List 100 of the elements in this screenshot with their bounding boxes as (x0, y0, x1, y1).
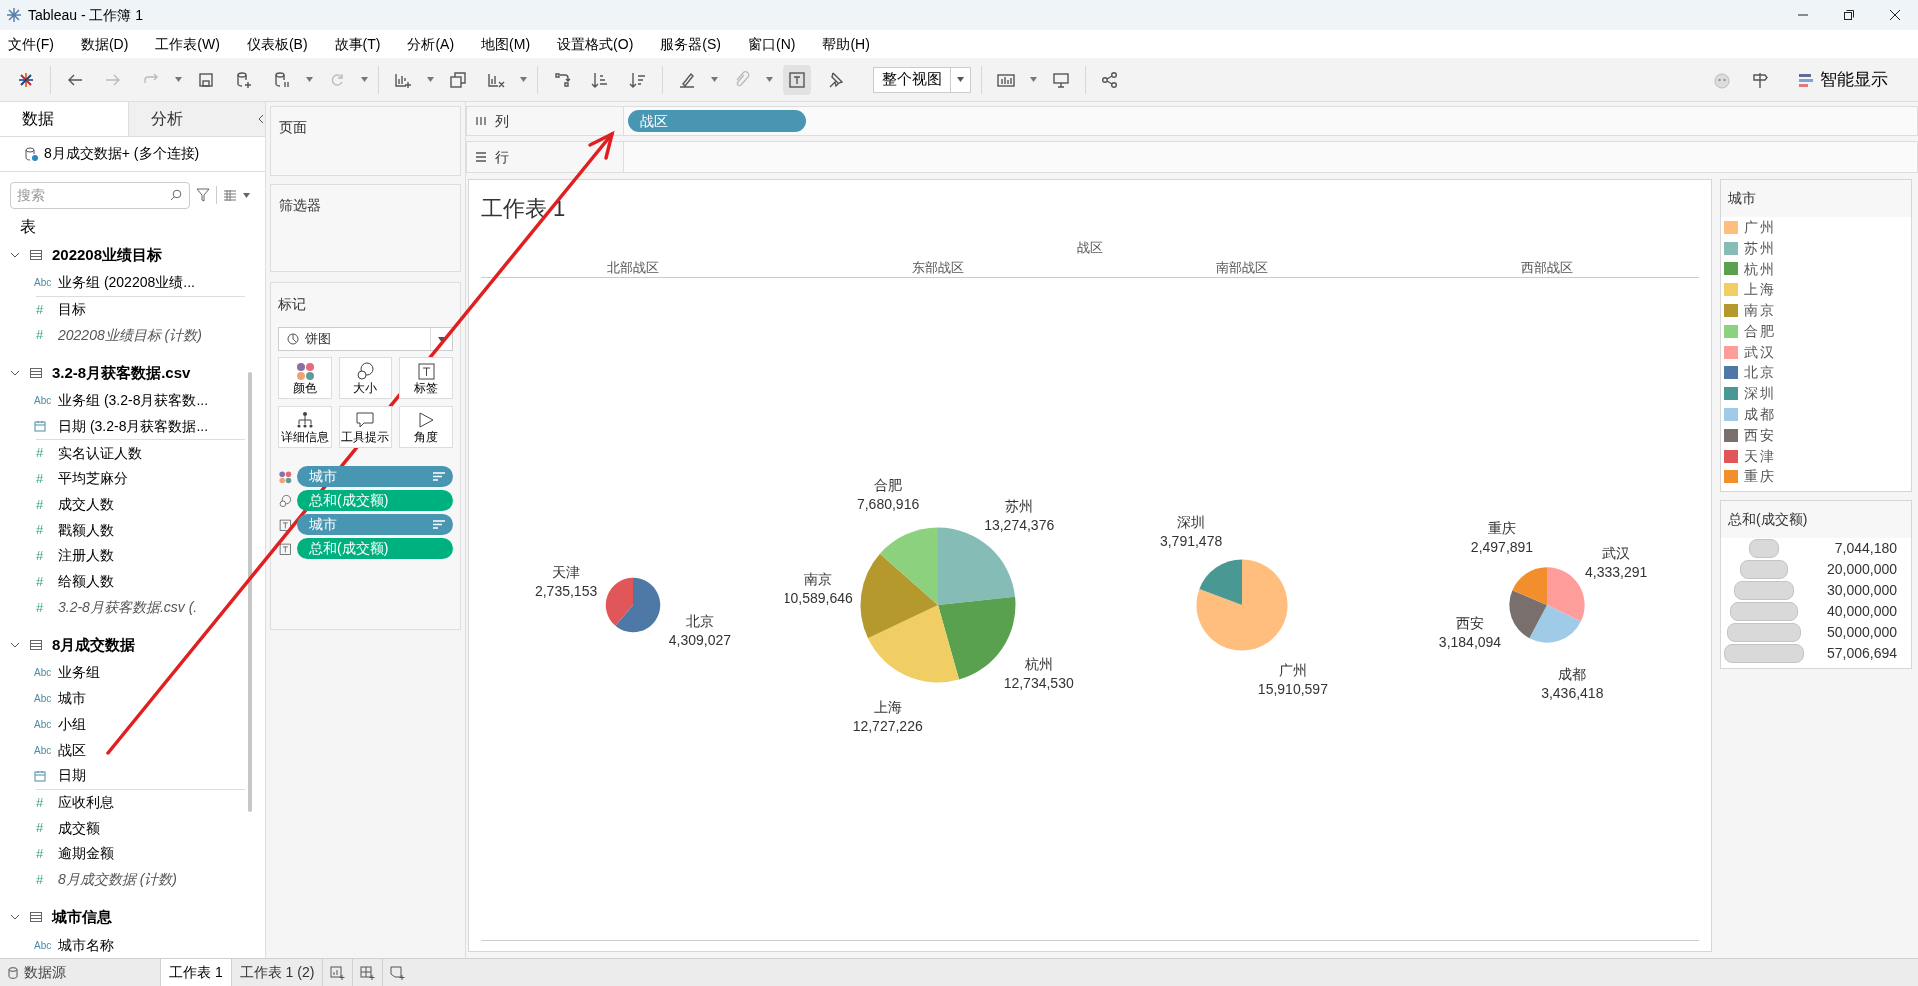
scrollbar-thumb[interactable] (248, 372, 252, 812)
legend-item[interactable]: 上海 (1744, 279, 1776, 301)
pie-slice[interactable] (1512, 566, 1547, 605)
legend-item[interactable]: 合肥 (1744, 320, 1776, 342)
caret-icon[interactable] (711, 77, 718, 82)
field-item[interactable]: 业务组 (58, 662, 100, 684)
table-name[interactable]: 城市信息 (52, 906, 112, 929)
legend-item[interactable]: 苏州 (1744, 237, 1776, 259)
legend-item[interactable]: 北京 (1744, 362, 1776, 384)
field-item[interactable]: 战区 (58, 739, 86, 761)
caret-icon[interactable] (306, 77, 313, 82)
pie-slice[interactable] (606, 577, 634, 626)
pie-slice[interactable] (860, 553, 938, 638)
menu-item[interactable]: 服务器(S) (660, 33, 721, 55)
legend-item[interactable]: 广州 (1744, 216, 1776, 238)
legend-item[interactable]: 重庆 (1744, 466, 1776, 488)
pie-slice[interactable] (1546, 566, 1585, 621)
mark-property-button[interactable]: 颜色 (278, 357, 332, 399)
mark-property-button[interactable]: 工具提示 (338, 406, 393, 448)
pie-slice[interactable] (1509, 589, 1547, 638)
menu-item[interactable]: 窗口(N) (748, 33, 796, 55)
data-source-tab[interactable]: 数据源 (0, 959, 160, 986)
pie-slice[interactable] (1529, 604, 1581, 643)
table-name[interactable]: 8月成交数据 (52, 633, 136, 657)
mark-property-button[interactable]: 标签 (399, 357, 453, 399)
mark-property-button[interactable]: 详细信息 (278, 406, 332, 448)
menu-item[interactable]: 仪表板(B) (246, 33, 308, 55)
menu-item[interactable]: 工作表(W) (155, 33, 220, 55)
menu-item[interactable]: 数据(D) (80, 33, 129, 55)
mark-property-button[interactable]: 角度 (399, 406, 453, 448)
pie-slice[interactable] (1196, 558, 1288, 651)
field-item[interactable]: 城市 (58, 688, 86, 710)
menu-item[interactable]: 地图(M) (481, 33, 531, 55)
table-name[interactable]: 3.2-8月获客数据.csv (52, 361, 191, 385)
show-me-button[interactable]: 智能显示 (1798, 66, 1888, 93)
menu-item[interactable]: 分析(A) (407, 33, 455, 55)
field-item[interactable]: 应收利息 (58, 791, 114, 813)
pane-tab[interactable]: 分析 (128, 102, 256, 136)
pie-slice[interactable] (615, 577, 661, 632)
field-item[interactable]: 3.2-8月获客数据.csv (. (58, 596, 198, 618)
speech-bubble-icon (355, 409, 376, 430)
legend-item[interactable]: 武汉 (1744, 341, 1776, 363)
legend-item[interactable]: 成都 (1744, 404, 1776, 426)
field-item[interactable]: 日期 (3.2-8月获客数据... (58, 415, 209, 437)
section-heading: 表 (19, 216, 37, 237)
legend-item[interactable]: 天津 (1744, 445, 1776, 467)
field-item[interactable]: 日期 (58, 765, 86, 787)
menu-item[interactable]: 文件(F) (8, 33, 54, 55)
caret-icon[interactable] (766, 77, 773, 82)
legend-item[interactable]: 南京 (1744, 300, 1776, 322)
field-item[interactable]: 实名认证人数 (58, 442, 142, 464)
columns-icon (475, 115, 487, 127)
sheet-tab[interactable]: 工作表 1 (160, 959, 231, 986)
pie-slice[interactable] (879, 527, 938, 605)
field-item[interactable]: 成交人数 (58, 494, 114, 516)
field-item[interactable]: 目标 (58, 298, 86, 320)
list-view-icon[interactable] (223, 189, 237, 202)
field-item[interactable]: 成交额 (58, 817, 100, 839)
pie-slice[interactable] (867, 604, 959, 682)
caret-icon[interactable] (427, 77, 434, 82)
field-item[interactable]: 给额人数 (58, 571, 114, 593)
show-labels-icon[interactable] (783, 64, 811, 95)
field-item[interactable]: 小组 (58, 713, 86, 735)
menu-item[interactable]: 设置格式(O) (557, 33, 634, 55)
caret-icon[interactable] (243, 192, 250, 198)
string-type-icon: Abc (34, 275, 52, 291)
mark-type-dropdown[interactable]: 饼图 (278, 327, 453, 351)
field-item[interactable]: 202208业绩目标 (计数) (58, 324, 202, 346)
field-item[interactable]: 平均芝麻分 (58, 468, 128, 490)
field-item[interactable]: 戳额人数 (58, 519, 114, 541)
field-item[interactable]: 业务组 (3.2-8月获客数... (58, 390, 209, 412)
field-item[interactable]: 城市名称 (58, 934, 114, 956)
restore-icon (1843, 9, 1855, 21)
menu-item[interactable]: 故事(T) (334, 33, 381, 55)
pie-slice[interactable] (1199, 558, 1243, 605)
caret-icon[interactable] (175, 77, 182, 82)
mark-property-button[interactable]: 大小 (338, 357, 393, 399)
pie-slice[interactable] (937, 596, 1016, 680)
fit-dropdown[interactable]: 整个视图 (873, 66, 971, 93)
caret-icon[interactable] (361, 77, 368, 82)
caret-icon[interactable] (1030, 77, 1037, 82)
field-item[interactable]: 业务组 (202208业绩... (58, 272, 195, 294)
sheet-tab[interactable]: 工作表 1 (2) (230, 959, 323, 986)
caret-icon[interactable] (520, 77, 527, 82)
table-name[interactable]: 202208业绩目标 (52, 243, 163, 267)
filters-card[interactable]: 筛选器 (270, 184, 461, 272)
legend-item[interactable]: 杭州 (1744, 258, 1776, 280)
data-label: 合肥 7,680,916 (856, 476, 919, 512)
field-item[interactable]: 逾期金额 (58, 843, 114, 865)
search-field[interactable]: 搜索 (10, 181, 190, 209)
menu-item[interactable]: 帮助(H) (822, 33, 870, 55)
connection-name[interactable]: 8月成交数据+ (多个连接) (44, 143, 200, 165)
field-item[interactable]: 注册人数 (58, 545, 114, 567)
legend-item[interactable]: 深圳 (1744, 383, 1776, 405)
legend-item[interactable]: 西安 (1744, 424, 1776, 446)
field-item[interactable]: 8月成交数据 (计数) (58, 868, 177, 890)
pages-card[interactable]: 页面 (270, 106, 461, 176)
legend-item: 7,044,180 (1834, 539, 1897, 559)
collapse-button[interactable] (256, 102, 265, 136)
filter-icon[interactable] (196, 188, 210, 203)
